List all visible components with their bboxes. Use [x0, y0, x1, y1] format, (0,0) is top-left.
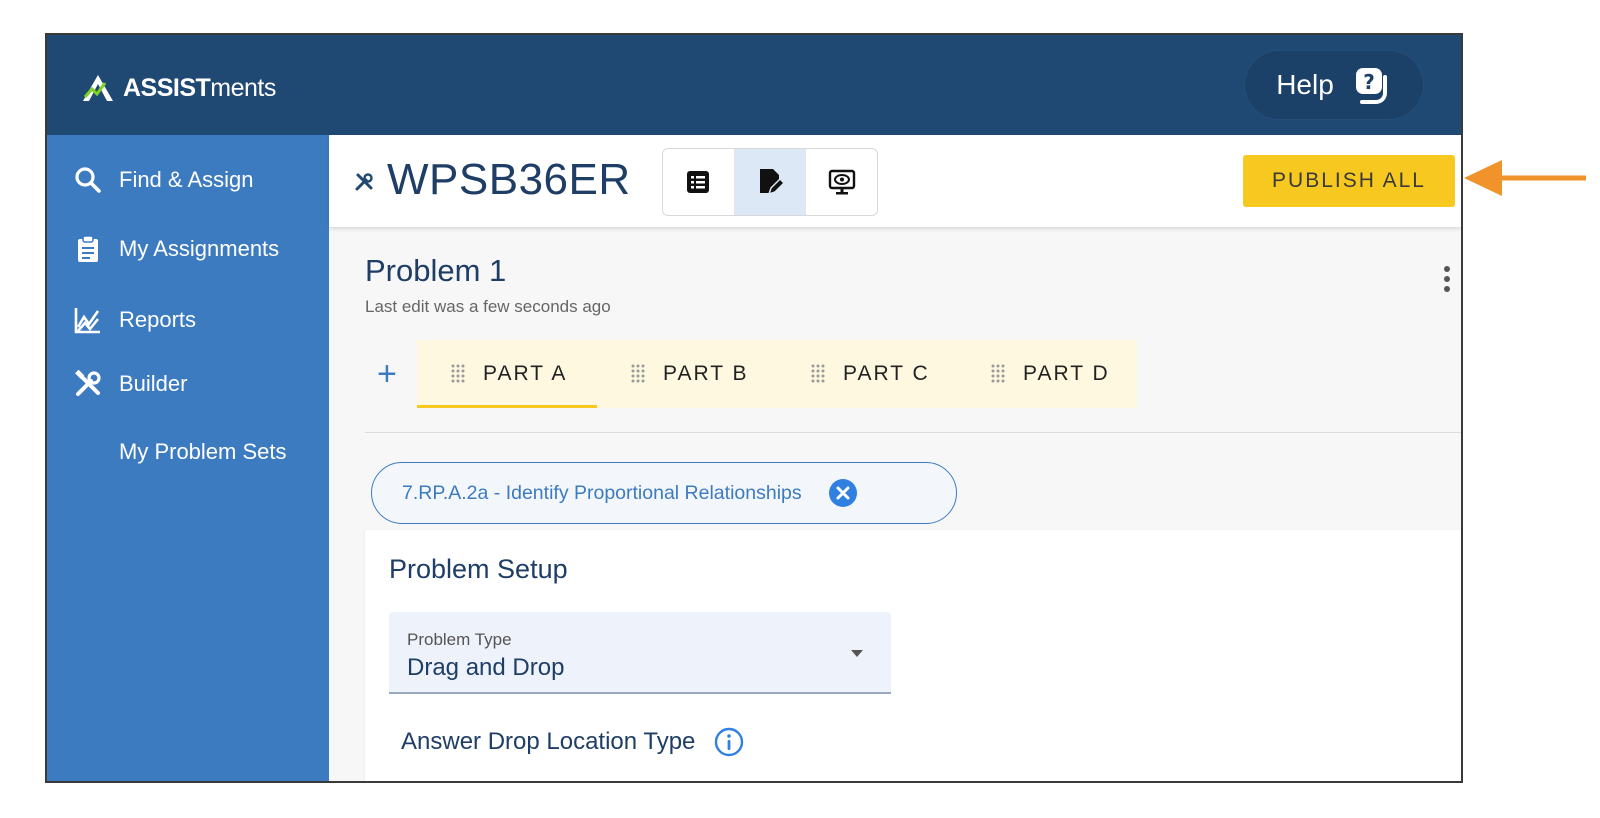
sidebar-item-my-problem-sets[interactable]: My Problem Sets	[119, 439, 287, 465]
help-question-icon: ?	[1355, 68, 1387, 104]
top-bar: ASSISTments Help ?	[47, 35, 1461, 135]
problem-type-select[interactable]: Problem Type Drag and Drop	[389, 612, 891, 694]
tab-part-c[interactable]: PART C	[777, 340, 957, 408]
main-content: WPSB36ER PUBLISH ALL Problem 1 Last edit…	[329, 135, 1461, 781]
problem-set-code: WPSB36ER	[387, 155, 631, 204]
clipboard-icon	[78, 235, 98, 262]
annotation-arrow-icon	[1464, 160, 1586, 196]
problem-set-header: WPSB36ER PUBLISH ALL	[329, 135, 1461, 227]
section-divider	[365, 432, 1461, 433]
tab-part-b[interactable]: PART B	[597, 340, 777, 408]
assistments-logo[interactable]: ASSISTments	[81, 71, 276, 105]
problem-setup-title: Problem Setup	[389, 554, 568, 584]
standard-label: 7.RP.A.2a - Identify Proportional Relati…	[402, 481, 802, 504]
drag-handle-icon[interactable]	[449, 363, 467, 385]
part-label: PART A	[483, 362, 568, 385]
part-label: PART C	[843, 362, 930, 385]
tools-icon	[75, 369, 101, 396]
problem-title: Problem 1	[365, 253, 507, 288]
preview-view-button[interactable]	[806, 149, 877, 215]
sidebar-item-builder[interactable]: Builder	[73, 369, 187, 399]
close-icon[interactable]	[828, 478, 858, 508]
more-options-icon[interactable]	[1443, 265, 1451, 293]
sidebar-item-my-assignments[interactable]: My Assignments	[73, 234, 279, 264]
part-label: PART D	[1023, 362, 1110, 385]
tab-part-d[interactable]: PART D	[957, 340, 1137, 408]
chart-icon	[74, 308, 100, 334]
drag-handle-icon[interactable]	[809, 363, 827, 385]
view-mode-toggle	[662, 148, 878, 216]
drag-handle-icon[interactable]	[989, 363, 1007, 385]
logo-text: ASSISTments	[123, 73, 276, 102]
standard-tag[interactable]: 7.RP.A.2a - Identify Proportional Relati…	[371, 462, 957, 524]
builder-tools-icon	[355, 173, 373, 191]
part-label: PART B	[663, 362, 749, 385]
sidebar-item-reports[interactable]: Reports	[73, 305, 196, 335]
chevron-down-icon	[851, 650, 863, 657]
list-view-button[interactable]	[663, 149, 735, 215]
sidebar-item-label: Reports	[119, 307, 197, 332]
last-edit-status: Last edit was a few seconds ago	[365, 297, 611, 316]
problem-type-value: Drag and Drop	[407, 654, 565, 681]
assistments-logo-icon	[83, 75, 113, 101]
problem-type-label: Problem Type	[407, 630, 512, 649]
app-window: ASSISTments Help ? Find & Assign My Assi…	[45, 33, 1463, 783]
search-icon	[75, 167, 101, 193]
add-part-button[interactable]: +	[377, 357, 397, 391]
help-label: Help	[1276, 69, 1334, 100]
part-tabs: PART A PART B PART C PART D	[417, 340, 1137, 408]
sidebar: Find & Assign My Assignments Reports Bui…	[47, 135, 329, 781]
sidebar-item-find-assign[interactable]: Find & Assign	[73, 165, 254, 195]
info-icon[interactable]	[713, 726, 745, 758]
answer-drop-location-type: Answer Drop Location Type	[401, 726, 745, 758]
tab-part-a[interactable]: PART A	[417, 340, 597, 408]
problem-setup-card: Problem Setup Problem Type Drag and Drop…	[365, 530, 1461, 781]
sidebar-item-label: Find & Assign	[119, 167, 254, 192]
edit-document-icon	[760, 169, 785, 196]
sidebar-item-label: Builder	[119, 371, 188, 396]
list-icon	[687, 171, 710, 193]
preview-monitor-icon	[828, 169, 855, 195]
edit-view-button[interactable]	[734, 149, 807, 215]
help-button[interactable]: Help ?	[1245, 51, 1423, 119]
publish-all-button[interactable]: PUBLISH ALL	[1243, 155, 1455, 207]
sidebar-item-label: My Assignments	[119, 236, 280, 261]
drag-handle-icon[interactable]	[629, 363, 647, 385]
drop-location-label: Answer Drop Location Type	[401, 728, 696, 755]
svg-text:?: ?	[1363, 70, 1375, 94]
